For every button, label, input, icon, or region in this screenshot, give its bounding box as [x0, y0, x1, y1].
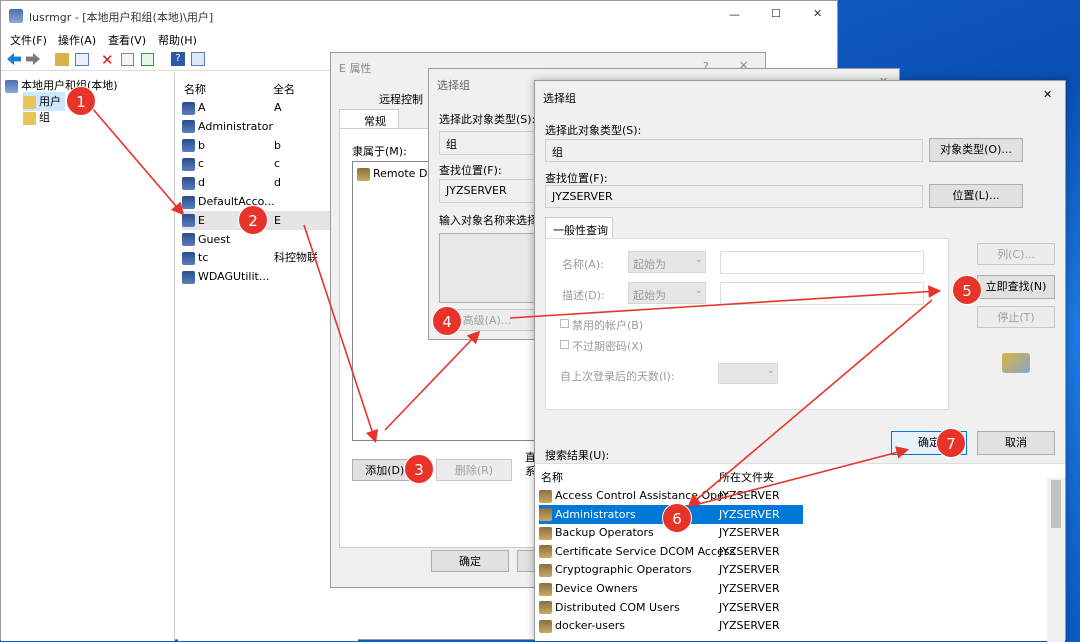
step-badge: 7: [936, 428, 966, 458]
step-badge: 3: [404, 454, 434, 484]
arrow-3-to-4: [384, 330, 481, 431]
annotation-arrows: [91, 107, 942, 508]
step-badge: 1: [66, 86, 96, 116]
arrow-6-to-7: [694, 446, 910, 506]
step-badge: 2: [238, 205, 268, 235]
arrow-1-to-2: [91, 107, 185, 216]
step-badge: 5: [952, 275, 982, 305]
step-badge: 4: [432, 306, 462, 336]
step-badge: 6: [662, 503, 692, 533]
arrow-2-to-3: [303, 224, 379, 444]
arrow-4-to-5: [509, 285, 942, 319]
